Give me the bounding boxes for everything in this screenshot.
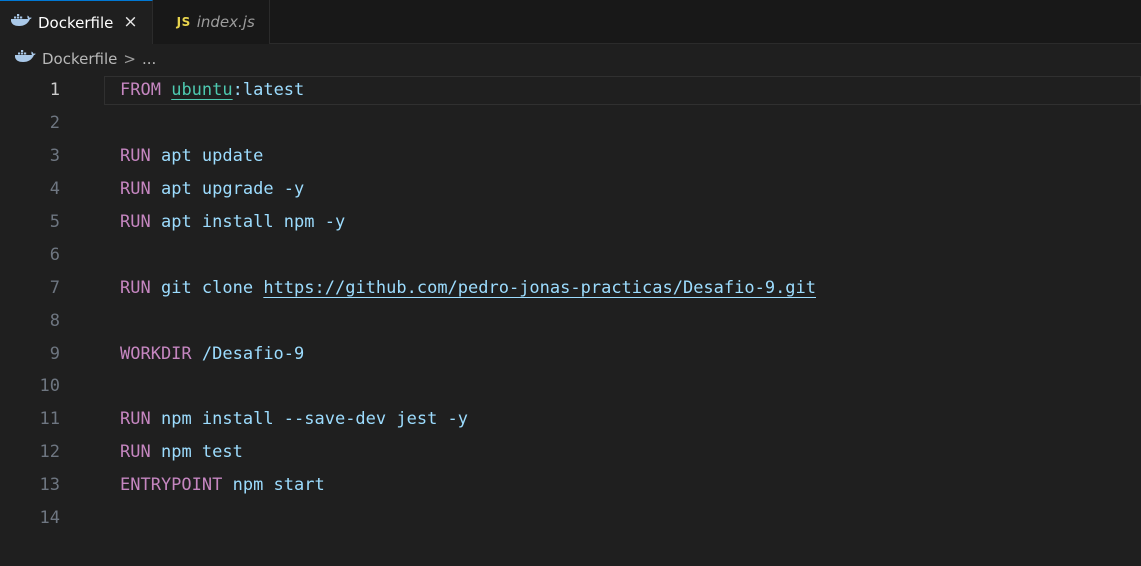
code-line: 6 [0,238,1141,271]
keyword: RUN [120,277,151,298]
tab-index-js[interactable]: JS index.js [152,0,270,44]
tab-label: index.js [196,13,255,31]
docker-whale-icon [10,13,32,32]
code-text: npm test [160,442,243,463]
line-number: 9 [49,343,60,364]
code-line: 9 WORKDIR /Desafio-9 [0,337,1141,370]
keyword: FROM [120,80,161,101]
code-line: 5 RUN apt install npm -y [0,206,1141,239]
code-line: 7 RUN git clone https://github.com/pedro… [0,271,1141,304]
code-line: 4 RUN apt upgrade -y [0,173,1141,206]
repo-url-link[interactable]: https://github.com/pedro-jonas-practicas… [263,278,816,298]
line-number: 12 [39,442,60,463]
tab-dockerfile[interactable]: Dockerfile × [0,0,153,44]
breadcrumb: Dockerfile > ... [0,44,1141,74]
code-text: apt install npm -y [160,212,346,232]
code-text: :latest [232,80,305,101]
code-editor[interactable]: 1 FROM ubuntu:latest 2 3 RUN apt update … [0,74,1141,566]
line-code: FROM ubuntu:latest [120,80,304,100]
code-text: apt update [160,146,264,167]
line-number: 8 [49,310,60,331]
line-number: 10 [39,376,60,397]
image-name: ubuntu [171,80,233,101]
close-icon[interactable]: × [123,14,137,31]
line-code: RUN apt update [120,146,263,166]
code-text: /Desafio-9 [201,343,305,364]
keyword: RUN [120,179,151,200]
breadcrumb-file[interactable]: Dockerfile [42,50,117,68]
keyword: RUN [120,409,151,430]
code-text: git clone [160,277,264,298]
keyword: RUN [120,212,151,232]
keyword: RUN [120,146,151,167]
code-line: 10 [0,370,1141,403]
code-line: 12 RUN npm test [0,436,1141,469]
line-number: 7 [49,277,60,298]
breadcrumb-separator: > [123,50,136,68]
code-text: apt upgrade -y [160,179,305,200]
tab-label: Dockerfile [38,13,114,32]
js-file-icon: JS [176,15,191,29]
line-code: RUN apt install npm -y [120,212,345,232]
docker-whale-icon [14,50,36,68]
line-number: 4 [49,179,60,200]
code-line: 14 [0,502,1141,535]
code-line: 8 [0,304,1141,337]
line-number: 1 [49,80,60,101]
line-code: ENTRYPOINT npm start [120,475,325,495]
code-line: 11 RUN npm install --save-dev jest -y [0,403,1141,436]
line-code: RUN npm install --save-dev jest -y [120,409,468,429]
line-code: RUN apt upgrade -y [120,179,304,199]
line-number: 6 [49,244,60,265]
line-code: RUN git clone https://github.com/pedro-j… [120,278,816,298]
line-number: 5 [49,212,60,232]
line-number: 13 [39,475,60,496]
code-line: 13 ENTRYPOINT npm start [0,469,1141,502]
keyword: RUN [120,442,151,463]
code-line: 2 [0,107,1141,140]
line-number: 11 [39,409,60,430]
code-text: npm install --save-dev jest -y [160,409,469,430]
line-number: 14 [39,508,60,529]
line-number: 3 [49,146,60,167]
breadcrumb-rest[interactable]: ... [142,50,156,68]
code-line: 1 FROM ubuntu:latest [0,74,1141,107]
editor-tab-bar: Dockerfile × JS index.js [0,0,1141,44]
line-number: 2 [49,113,60,134]
keyword: WORKDIR [120,343,192,364]
keyword: ENTRYPOINT [120,475,223,496]
line-code: RUN npm test [120,442,243,462]
code-line: 3 RUN apt update [0,140,1141,173]
code-text: npm start [232,475,325,496]
line-code: WORKDIR /Desafio-9 [120,344,304,364]
